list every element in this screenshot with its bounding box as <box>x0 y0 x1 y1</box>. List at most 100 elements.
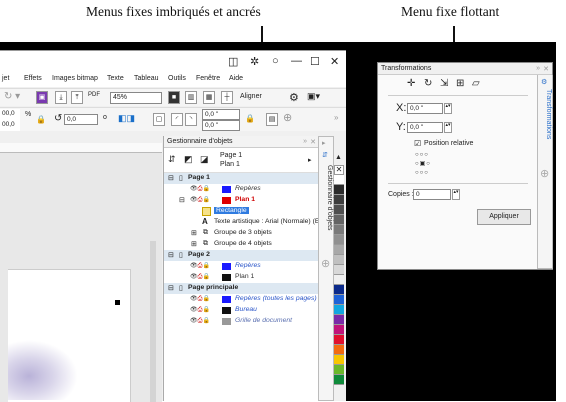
palette-swatch[interactable] <box>334 225 344 235</box>
corner-radius-1[interactable]: 0,0 " <box>202 109 240 120</box>
palette-swatch[interactable] <box>334 245 344 255</box>
visibility-print-lock-icons[interactable]: 👁⎙🔒 <box>190 185 210 193</box>
wrap-text-icon[interactable]: ▤ <box>266 113 278 126</box>
options-gear-icon[interactable]: ⚙ <box>289 91 299 104</box>
layer-color-swatch[interactable] <box>222 318 231 325</box>
export-icon[interactable]: ⤓ <box>55 91 67 104</box>
relative-position-checkbox[interactable]: ☑ <box>414 139 421 148</box>
x-spinner[interactable]: ▴▾ <box>444 103 452 114</box>
layer-color-swatch[interactable] <box>222 274 231 281</box>
scale-width-input[interactable]: 00,0 <box>0 109 20 120</box>
y-spinner[interactable]: ▴▾ <box>444 122 452 133</box>
lock-ratio-icon[interactable]: 🔒 <box>36 115 46 124</box>
palette-swatch[interactable] <box>334 355 344 365</box>
menu-item-tools[interactable]: Outils <box>168 75 186 82</box>
visibility-print-lock-icons[interactable]: 👁⎙🔒 <box>190 295 210 303</box>
docker-expand-icon[interactable]: » <box>303 138 307 145</box>
object-manager-tab[interactable]: ▸ ⇵ Gestionnaire d'objets ⊕ <box>318 136 334 401</box>
collapse-toggle-icon[interactable]: ⊟ <box>168 284 174 292</box>
expand-toggle-icon[interactable]: ⊞ <box>191 229 197 237</box>
horizontal-ruler[interactable] <box>0 143 162 153</box>
scale-height-input[interactable]: 00,0 <box>0 120 20 131</box>
tree-layer-row[interactable]: 👁⎙🔒 Grille de document <box>164 316 319 327</box>
add-icon[interactable]: ⊕ <box>283 111 292 124</box>
tree-page-row[interactable]: ⊟ ▯ Page 2 <box>164 250 319 261</box>
tree-layer-row[interactable]: 👁⎙🔒 Repères <box>164 261 319 272</box>
search-icon[interactable]: ○ <box>272 55 279 67</box>
tree-layer-row[interactable]: 👁⎙🔒 Repères (toutes les pages) <box>164 294 319 305</box>
size-icon[interactable]: ⊞ <box>456 78 464 89</box>
palette-swatch[interactable] <box>334 265 344 275</box>
sun-icon[interactable]: ✲ <box>250 55 259 68</box>
fullscreen-icon[interactable]: ■ <box>168 91 180 104</box>
menu-item-table[interactable]: Tableau <box>134 75 159 82</box>
palette-swatch[interactable] <box>334 365 344 375</box>
tree-layer-row[interactable]: 👁⎙🔒 Bureau <box>164 305 319 316</box>
palette-swatch[interactable] <box>334 275 344 285</box>
layer-color-swatch[interactable] <box>222 197 231 204</box>
tree-object-row[interactable]: ▭Rectangle <box>164 206 319 217</box>
apply-button[interactable]: Appliquer <box>477 209 531 225</box>
docker-tab-expand-icon[interactable]: ▸ <box>322 139 326 147</box>
menu-item-effects[interactable]: Effets <box>24 75 42 82</box>
anchor-grid[interactable]: ○○○ ○▣○ ○○○ <box>415 151 439 178</box>
selected-rectangle-handle[interactable] <box>115 300 120 305</box>
document-page[interactable] <box>8 269 131 402</box>
rotate-icon[interactable]: ↻ <box>424 78 432 89</box>
x-position-input[interactable]: 0,0 " <box>407 103 443 114</box>
minimize-icon[interactable]: — <box>291 55 302 67</box>
palette-swatch[interactable] <box>334 215 344 225</box>
menu-item-text[interactable]: Texte <box>107 75 124 82</box>
new-master-layer-icon[interactable]: ◪ <box>200 154 209 165</box>
import-icon[interactable]: ▣ <box>36 91 48 104</box>
mirror-horizontal-icon[interactable]: ◧◨ <box>118 113 135 124</box>
redo-icon[interactable]: ↻ ▾ <box>4 91 20 102</box>
visibility-print-lock-icons[interactable]: 👁⎙🔒 <box>190 273 210 281</box>
palette-swatch[interactable] <box>334 175 344 185</box>
layer-color-swatch[interactable] <box>222 186 231 193</box>
add-tab-icon[interactable]: ⊕ <box>540 167 549 180</box>
palette-swatch[interactable] <box>334 185 344 195</box>
tree-page-row[interactable]: ⊟ ▯ Page 1 <box>164 173 319 184</box>
launch-icon[interactable]: ▣▾ <box>307 91 320 102</box>
palette-swatch[interactable] <box>334 205 344 215</box>
tree-page-row[interactable]: ⊟ ▯ Page principale <box>164 283 319 294</box>
tree-object-row[interactable]: ⊞ ⧉ Groupe de 3 objets <box>164 228 319 239</box>
palette-swatch[interactable] <box>334 345 344 355</box>
page-selector-page[interactable]: Page 1 <box>220 152 242 159</box>
docker-tab-options-icon[interactable]: ⇵ <box>322 151 328 159</box>
palette-up-icon[interactable]: ▲ <box>335 154 342 161</box>
vertical-scrollbar[interactable] <box>150 241 156 402</box>
align-dropdown[interactable]: Aligner <box>240 93 262 100</box>
visibility-print-lock-icons[interactable]: 👁⎙🔒 <box>190 196 210 204</box>
layer-options-icon[interactable]: ⇵ <box>168 154 176 165</box>
palette-swatch[interactable] <box>334 295 344 305</box>
no-color-swatch[interactable]: ✕ <box>334 165 344 175</box>
tree-layer-row[interactable]: 👁⎙🔒 Plan 1 <box>164 272 319 283</box>
float-expand-icon[interactable]: » <box>536 65 540 72</box>
save-icon[interactable]: ⤒ <box>71 91 83 104</box>
palette-swatch[interactable] <box>334 325 344 335</box>
visibility-print-lock-icons[interactable]: 👁⎙🔒 <box>190 306 210 314</box>
lock-corner-icon[interactable]: 🔒 <box>245 114 255 123</box>
layer-color-swatch[interactable] <box>222 263 231 270</box>
tree-object-row[interactable]: A Texte artistique : Arial (Normale) (Ei <box>164 217 321 228</box>
layer-color-swatch[interactable] <box>222 296 231 303</box>
zoom-select[interactable]: 45% <box>110 92 162 104</box>
close-icon[interactable]: ✕ <box>330 55 339 68</box>
add-docker-icon[interactable]: ⊕ <box>321 257 330 270</box>
pdf-icon[interactable]: PDF <box>88 92 100 98</box>
maximize-icon[interactable]: ☐ <box>310 55 320 68</box>
rect-corner-icon[interactable]: ▢ <box>153 113 165 126</box>
palette-swatch[interactable] <box>334 235 344 245</box>
tree-layer-row[interactable]: 👁⎙🔒 Repères <box>164 184 319 195</box>
menu-item-object[interactable]: jet <box>2 75 9 82</box>
tab-options-icon[interactable]: ⚙ <box>541 78 547 86</box>
tree-layer-row[interactable]: ⊟ 👁⎙🔒 Plan 1 <box>164 195 319 206</box>
skew-icon[interactable]: ▱ <box>472 78 480 89</box>
float-close-icon[interactable]: ✕ <box>543 65 549 73</box>
palette-swatch[interactable] <box>334 335 344 345</box>
collapse-toggle-icon[interactable]: ⊟ <box>168 251 174 259</box>
menu-item-bitmaps[interactable]: Images bitmap <box>52 75 98 82</box>
rulers-icon[interactable]: ▥ <box>185 91 197 104</box>
